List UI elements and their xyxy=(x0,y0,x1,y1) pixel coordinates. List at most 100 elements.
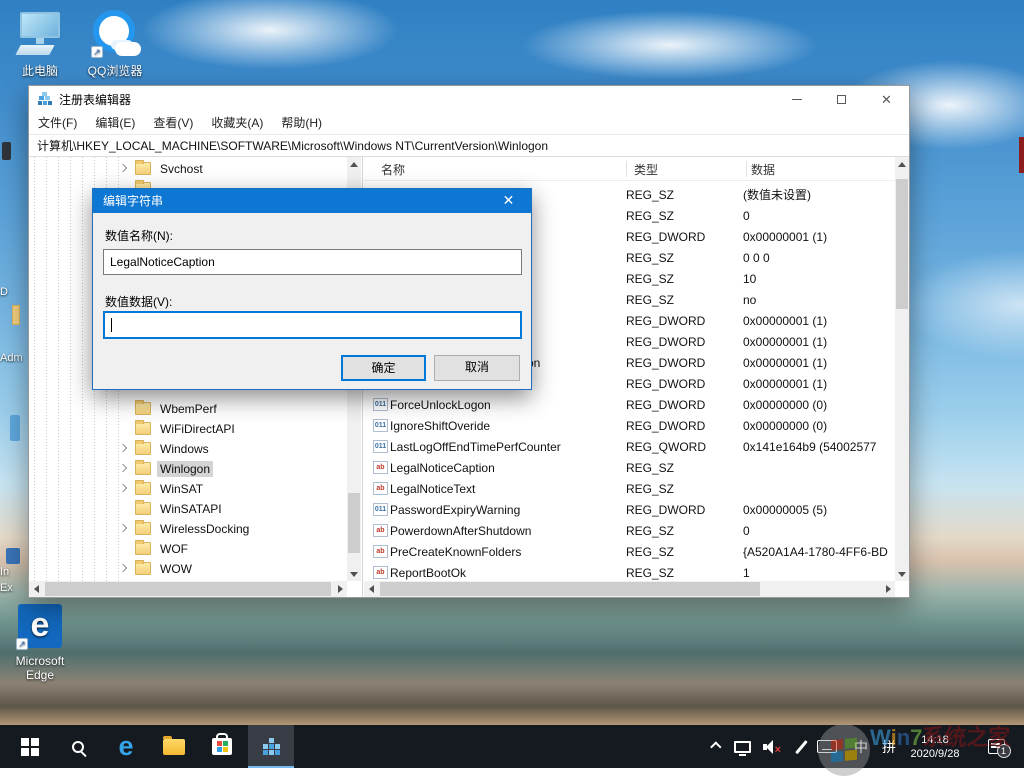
minimize-button[interactable] xyxy=(774,86,819,112)
string-value-icon xyxy=(373,545,388,558)
menu-item-4[interactable]: 帮助(H) xyxy=(272,112,331,134)
expand-arrow-icon[interactable] xyxy=(119,484,127,492)
registry-value-row[interactable]: PasswordExpiryWarningREG_DWORD0x00000005… xyxy=(364,499,895,520)
scroll-right-button[interactable] xyxy=(881,582,895,596)
value-data: 0 0 0 xyxy=(743,251,895,265)
action-center-icon: 1 xyxy=(988,739,1005,754)
scrollbar-thumb[interactable] xyxy=(380,582,760,596)
dword-value-icon xyxy=(373,503,388,516)
window-titlebar[interactable]: 注册表编辑器 ✕ xyxy=(29,86,909,112)
registry-value-row[interactable]: IgnoreShiftOverideREG_DWORD0x00000000 (0… xyxy=(364,415,895,436)
value-type: REG_SZ xyxy=(626,188,743,202)
tree-item-winsatapi[interactable]: WinSATAPI xyxy=(29,499,347,519)
tree-item-winsat[interactable]: WinSAT xyxy=(29,479,347,499)
dialog-titlebar[interactable]: 编辑字符串 xyxy=(93,189,531,213)
tray-overflow-button[interactable] xyxy=(700,725,726,768)
scroll-right-button[interactable] xyxy=(333,582,347,596)
dialog-close-button[interactable]: ✕ xyxy=(486,189,531,213)
menu-item-0[interactable]: 文件(F) xyxy=(29,112,86,134)
taskbar-store-button[interactable] xyxy=(200,725,244,768)
taskbar-regedit-button[interactable] xyxy=(248,725,294,768)
tree-item-wirelessdocking[interactable]: WirelessDocking xyxy=(29,519,347,539)
value-data: 0x00000000 (0) xyxy=(743,419,895,433)
start-button[interactable] xyxy=(8,725,52,768)
desktop-icon-label: 此电脑 xyxy=(5,62,75,79)
scrollbar-thumb[interactable] xyxy=(45,582,331,596)
menu-item-2[interactable]: 查看(V) xyxy=(144,112,202,134)
column-headers[interactable]: 名称 类型 数据 xyxy=(364,157,895,181)
registry-value-row[interactable]: ReportBootOkREG_SZ1 xyxy=(364,562,895,583)
value-data: 0x00000001 (1) xyxy=(743,356,895,370)
tray-touch-keyboard-button[interactable] xyxy=(812,725,842,768)
tray-pen-button[interactable] xyxy=(788,725,814,768)
values-vertical-scrollbar[interactable] xyxy=(895,157,909,581)
tree-item-wifidirectapi[interactable]: WiFiDirectAPI xyxy=(29,419,347,439)
value-type: REG_DWORD xyxy=(626,377,743,391)
registry-value-row[interactable]: LegalNoticeTextREG_SZ xyxy=(364,478,895,499)
menu-item-1[interactable]: 编辑(E) xyxy=(86,112,144,134)
tree-item-wow[interactable]: WOW xyxy=(29,559,347,579)
taskbar: e × 中 拼 14:18 2020/9/28 1 xyxy=(0,725,1024,768)
tray-ime-mode-button[interactable]: 拼 xyxy=(876,725,902,768)
tree-item-winlogon[interactable]: Winlogon xyxy=(29,459,347,479)
registry-value-row[interactable]: LegalNoticeCaptionREG_SZ xyxy=(364,457,895,478)
registry-value-row[interactable]: PowerdownAfterShutdownREG_SZ0 xyxy=(364,520,895,541)
tree-item-windows[interactable]: Windows xyxy=(29,439,347,459)
expand-arrow-icon[interactable] xyxy=(119,164,127,172)
string-value-icon xyxy=(373,524,388,537)
cancel-button[interactable]: 取消 xyxy=(434,355,520,381)
desktop-icon-edge[interactable]: e ↗ Microsoft Edge xyxy=(5,602,75,682)
scroll-down-button[interactable] xyxy=(347,567,361,581)
tree-item-svchost[interactable]: Svchost xyxy=(29,159,347,179)
tree-item-label: Winlogon xyxy=(157,461,213,477)
expand-arrow-icon[interactable] xyxy=(119,464,127,472)
expand-arrow-icon[interactable] xyxy=(119,444,127,452)
edge-icon: e ↗ xyxy=(16,602,64,650)
taskbar-file-explorer-button[interactable] xyxy=(152,725,196,768)
keyboard-icon xyxy=(817,740,837,753)
maximize-button[interactable] xyxy=(819,86,864,112)
tree-item-label: WOF xyxy=(157,541,191,557)
tree-item-label: WOW xyxy=(157,561,195,577)
tree-horizontal-scrollbar[interactable] xyxy=(29,581,347,597)
search-button[interactable] xyxy=(56,725,100,768)
taskbar-edge-button[interactable]: e xyxy=(104,725,148,768)
expand-arrow-icon[interactable] xyxy=(119,524,127,532)
ok-button[interactable]: 确定 xyxy=(341,355,426,381)
tray-ime-language-button[interactable]: 中 xyxy=(848,725,874,768)
column-header-name[interactable]: 名称 xyxy=(381,161,405,178)
shortcut-arrow-icon: ↗ xyxy=(16,638,28,650)
menu-item-3[interactable]: 收藏夹(A) xyxy=(202,112,272,134)
scroll-down-button[interactable] xyxy=(895,567,909,581)
registry-value-row[interactable]: ForceUnlockLogonREG_DWORD0x00000000 (0) xyxy=(364,394,895,415)
scroll-up-button[interactable] xyxy=(895,157,909,171)
value-name-field[interactable]: LegalNoticeCaption xyxy=(103,249,522,275)
values-horizontal-scrollbar[interactable] xyxy=(364,581,895,597)
action-center-button[interactable]: 1 xyxy=(976,725,1016,768)
expand-arrow-icon[interactable] xyxy=(119,564,127,572)
close-button[interactable]: ✕ xyxy=(864,86,909,112)
scrollbar-thumb[interactable] xyxy=(348,493,360,553)
tree-item-wof[interactable]: WOF xyxy=(29,539,347,559)
value-type: REG_SZ xyxy=(626,251,743,265)
desktop-icon-this-pc[interactable]: 此电脑 xyxy=(5,10,75,79)
tray-clock[interactable]: 14:18 2020/9/28 xyxy=(900,725,970,768)
scrollbar-thumb[interactable] xyxy=(896,179,908,309)
partial-icon-label: Ex xyxy=(0,582,27,594)
desktop-icon-qq-browser[interactable]: ↗ QQ浏览器 xyxy=(80,10,150,79)
tray-network-button[interactable] xyxy=(728,725,756,768)
address-bar[interactable]: 计算机\HKEY_LOCAL_MACHINE\SOFTWARE\Microsof… xyxy=(29,134,909,157)
registry-value-row[interactable]: LastLogOffEndTimePerfCounterREG_QWORD0x1… xyxy=(364,436,895,457)
partial-desktop-icon xyxy=(2,142,11,160)
tree-item-wbemperf[interactable]: WbemPerf xyxy=(29,399,347,419)
registry-value-row[interactable]: PreCreateKnownFoldersREG_SZ{A520A1A4-178… xyxy=(364,541,895,562)
scroll-left-button[interactable] xyxy=(364,582,378,596)
column-header-data[interactable]: 数据 xyxy=(751,161,775,178)
partial-icon-label: Adm xyxy=(0,352,27,364)
scroll-up-button[interactable] xyxy=(347,157,361,171)
scroll-left-button[interactable] xyxy=(29,582,43,596)
column-header-type[interactable]: 类型 xyxy=(634,161,658,178)
tree-item-label: WbemPerf xyxy=(157,401,220,417)
value-data-field[interactable] xyxy=(103,311,522,339)
tray-volume-button[interactable]: × xyxy=(756,725,786,768)
